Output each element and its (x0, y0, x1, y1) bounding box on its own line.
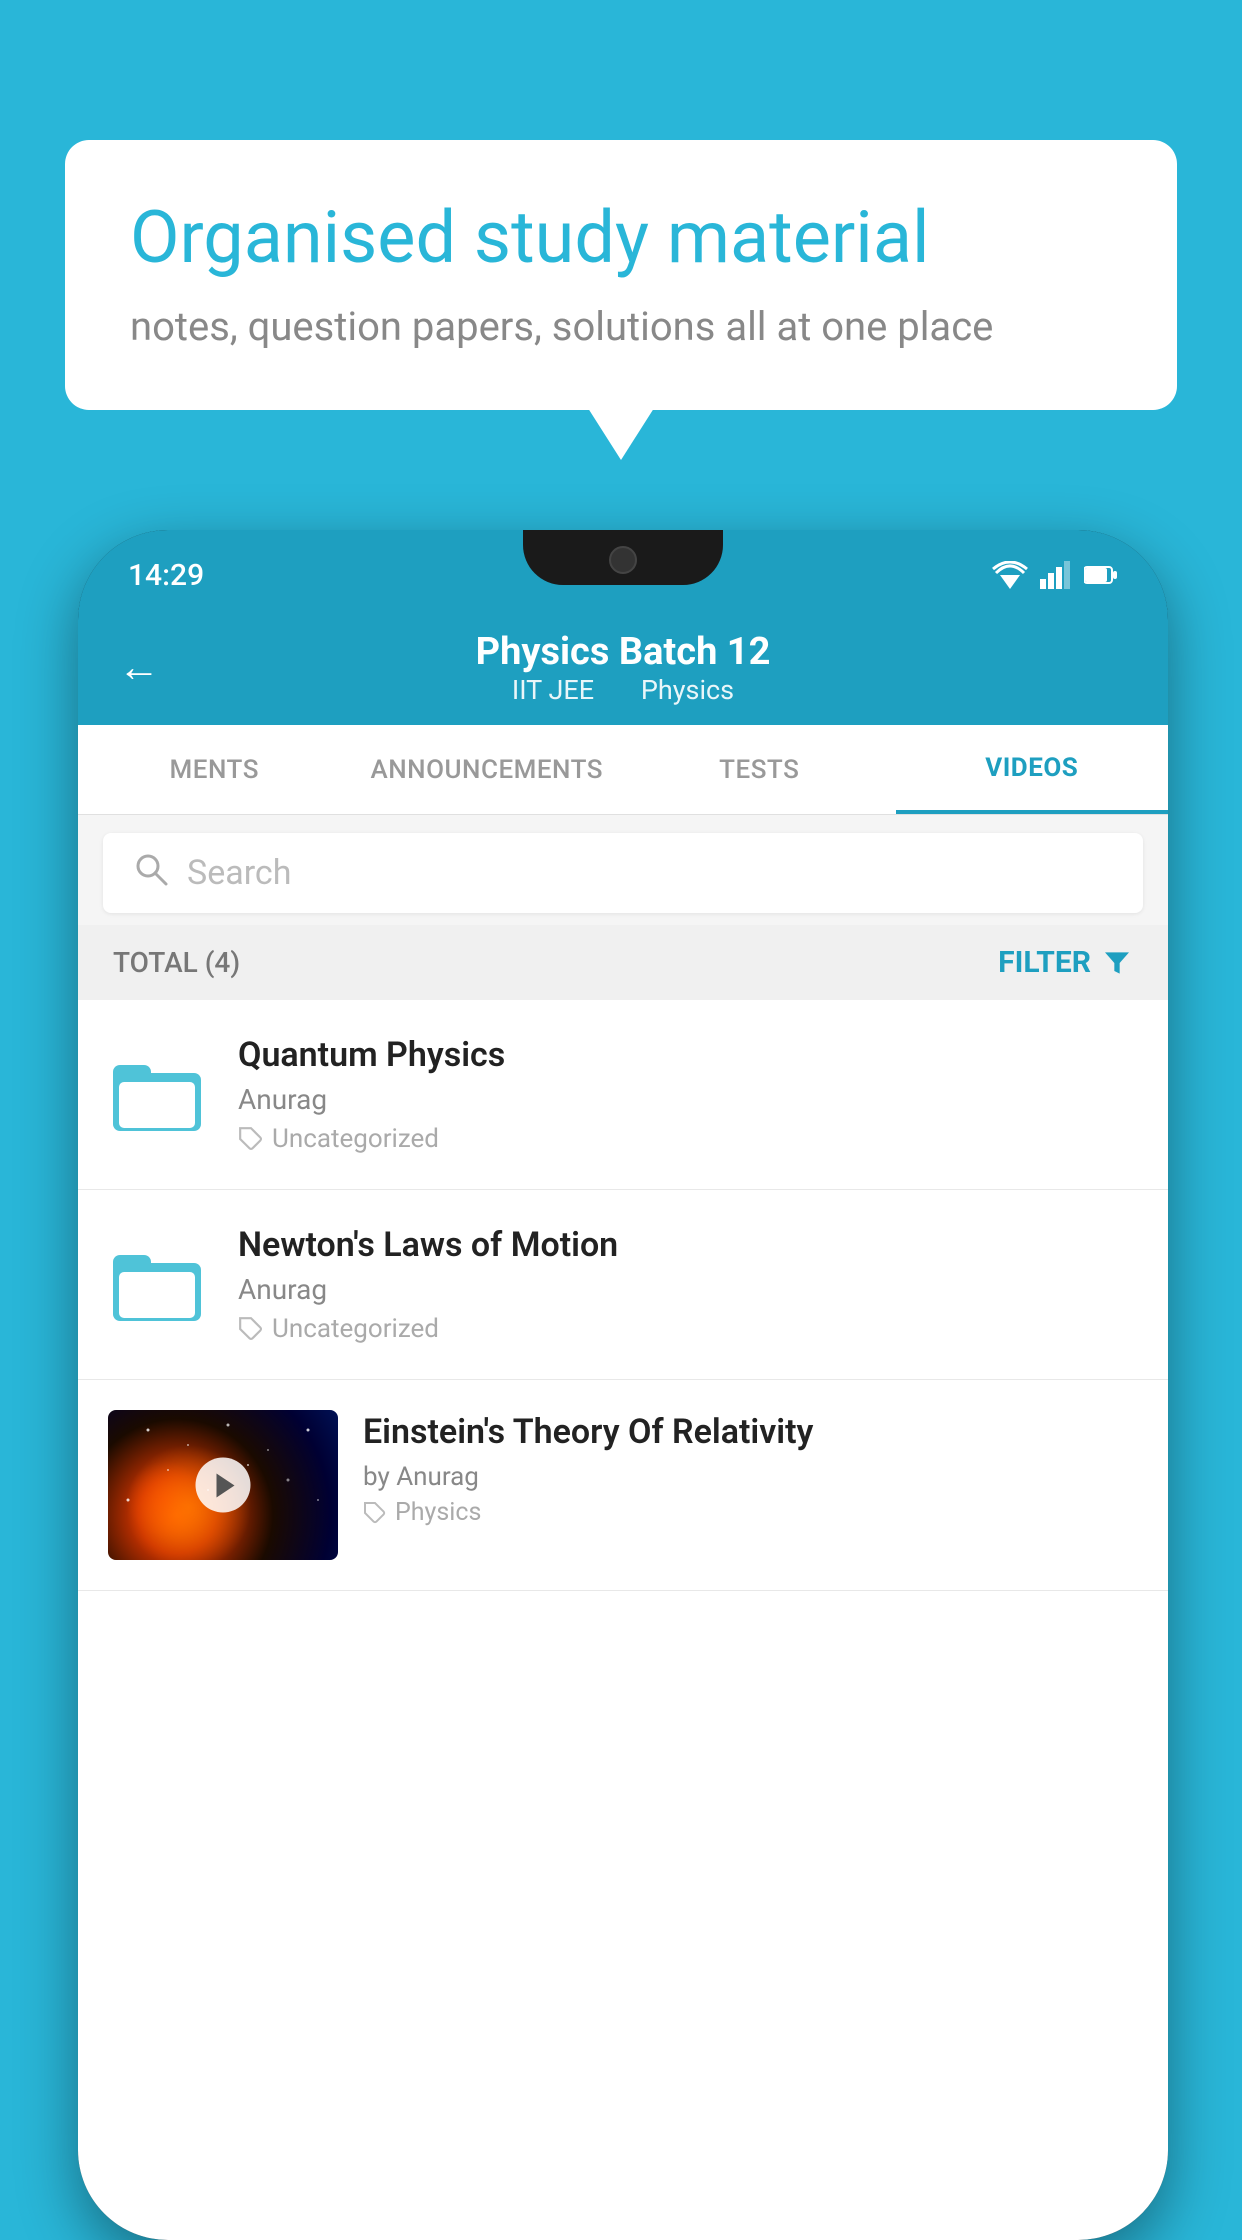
play-triangle (216, 1473, 234, 1497)
video-author: Anurag (238, 1083, 1138, 1116)
search-container: Search (78, 815, 1168, 931)
video-title: Einstein's Theory Of Relativity (363, 1410, 1138, 1454)
tag-icon (363, 1501, 387, 1525)
header-subtitle: IIT JEE Physics (476, 674, 771, 706)
tag-icon (238, 1316, 264, 1342)
search-bar[interactable]: Search (103, 833, 1143, 913)
back-button[interactable]: ← (118, 643, 160, 692)
video-info: Quantum Physics Anurag Uncategorized (238, 1035, 1138, 1154)
status-time: 14:29 (128, 558, 204, 593)
search-input[interactable]: Search (187, 853, 291, 893)
video-list: Quantum Physics Anurag Uncategorized (78, 1000, 1168, 2240)
bubble-subtitle: notes, question papers, solutions all at… (130, 303, 1112, 350)
header-center: Physics Batch 12 IIT JEE Physics (476, 630, 771, 706)
subtitle-physics: Physics (641, 674, 734, 706)
filter-bar: TOTAL (4) FILTER (78, 925, 1168, 1000)
bubble-title: Organised study material (130, 195, 1112, 281)
video-tag: Uncategorized (238, 1124, 1138, 1154)
battery-icon (1084, 565, 1118, 585)
list-item[interactable]: Newton's Laws of Motion Anurag Uncategor… (78, 1190, 1168, 1380)
video-tag: Physics (363, 1498, 1138, 1527)
folder-icon-container (108, 1045, 208, 1145)
wifi-icon (992, 561, 1028, 589)
tab-bar: MENTS ANNOUNCEMENTS TESTS VIDEOS (78, 725, 1168, 815)
filter-icon (1101, 947, 1133, 979)
phone-frame: 14:29 ← Phys (78, 530, 1168, 2240)
tab-ments[interactable]: MENTS (78, 725, 351, 814)
tab-videos[interactable]: VIDEOS (896, 725, 1169, 814)
folder-icon (113, 1055, 203, 1135)
header-title: Physics Batch 12 (476, 630, 771, 674)
phone-notch (523, 530, 723, 585)
search-icon (133, 851, 169, 896)
list-item[interactable]: Einstein's Theory Of Relativity by Anura… (78, 1380, 1168, 1591)
video-author: by Anurag (363, 1462, 1138, 1492)
video-author: Anurag (238, 1273, 1138, 1306)
tab-announcements[interactable]: ANNOUNCEMENTS (351, 725, 624, 814)
tab-tests[interactable]: TESTS (623, 725, 896, 814)
video-title: Quantum Physics (238, 1035, 1138, 1075)
list-item[interactable]: Quantum Physics Anurag Uncategorized (78, 1000, 1168, 1190)
signal-icon (1040, 561, 1072, 589)
video-title: Newton's Laws of Motion (238, 1225, 1138, 1265)
filter-button[interactable]: FILTER (998, 945, 1133, 980)
video-tag: Uncategorized (238, 1314, 1138, 1344)
speech-bubble: Organised study material notes, question… (65, 140, 1177, 410)
tag-icon (238, 1126, 264, 1152)
status-icons (992, 561, 1118, 589)
total-count: TOTAL (4) (113, 946, 240, 979)
play-button[interactable] (196, 1458, 251, 1513)
subtitle-iitjee: IIT JEE (512, 674, 594, 706)
folder-icon (113, 1245, 203, 1325)
camera-icon (609, 546, 637, 574)
video-info: Newton's Laws of Motion Anurag Uncategor… (238, 1225, 1138, 1344)
video-thumbnail (108, 1410, 338, 1560)
app-header: ← Physics Batch 12 IIT JEE Physics (78, 610, 1168, 725)
video-info: Einstein's Theory Of Relativity by Anura… (363, 1410, 1138, 1527)
folder-icon-container (108, 1235, 208, 1335)
